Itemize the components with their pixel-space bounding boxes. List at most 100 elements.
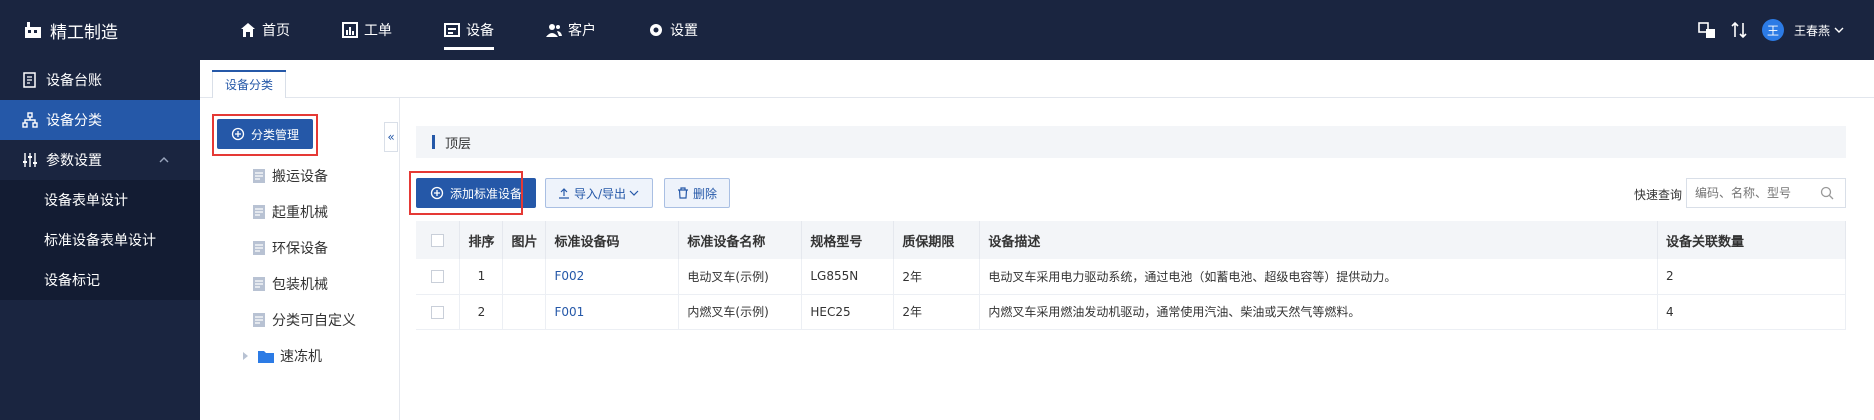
nav-home[interactable]: 首页 <box>240 0 290 60</box>
trash-icon <box>678 187 688 199</box>
category-tree: 搬运设备 起重机械 环保设备 包装机械 分类可自定义 速冻机 <box>240 158 356 374</box>
col-seq[interactable]: 排序 <box>459 221 504 259</box>
ledger-icon <box>23 72 36 88</box>
col-name[interactable]: 标准设备名称 <box>678 221 803 259</box>
highlight-box <box>212 114 318 156</box>
sidebar-item-form-design[interactable]: 设备表单设计 <box>0 180 200 220</box>
chevron-down-icon[interactable] <box>1834 25 1844 35</box>
cell-count: 2 <box>1657 259 1846 295</box>
tree-item[interactable]: 环保设备 <box>240 230 356 266</box>
nav-workorder[interactable]: 工单 <box>342 0 392 60</box>
sidebar-item-params[interactable]: 参数设置 <box>0 140 200 180</box>
tree-folder[interactable]: 速冻机 <box>240 338 356 374</box>
equipment-table: 排序 图片 标准设备码 标准设备名称 规格型号 质保期限 设备描述 设备关联数量… <box>416 221 1846 330</box>
cell-seq: 2 <box>459 294 504 330</box>
row-select-cell <box>416 294 461 330</box>
col-count[interactable]: 设备关联数量 <box>1657 221 1846 259</box>
caret-right-icon[interactable] <box>240 350 252 362</box>
hierarchy-icon <box>22 112 38 128</box>
tree-item[interactable]: 包装机械 <box>240 266 356 302</box>
cell-description: 电动叉车采用电力驱动系统，通过电池（如蓄电池、超级电容等）提供动力。 <box>979 259 1659 295</box>
sidebar: 设备台账 设备分类 参数设置 设备表单设计 标准设备表单设计 设备标记 <box>0 60 200 420</box>
factory-logo-icon <box>25 22 41 38</box>
level-bar: 顶层 <box>416 126 1846 158</box>
cell-description: 内燃叉车采用燃油发动机驱动，通常使用汽油、柴油或天然气等燃料。 <box>979 294 1659 330</box>
col-code[interactable]: 标准设备码 <box>545 221 680 259</box>
avatar[interactable]: 王 <box>1761 19 1784 41</box>
chart-icon <box>342 22 358 38</box>
cell-model: LG855N <box>801 259 895 295</box>
upload-icon <box>559 188 569 199</box>
sliders-icon <box>23 153 37 167</box>
tab-bar: 设备分类 <box>200 60 1874 99</box>
cell-seq: 1 <box>459 259 504 295</box>
top-navbar: 精工制造 首页 工单 设备 客户 设置 王 王春燕 <box>0 0 1874 60</box>
nav-equipment[interactable]: 设备 <box>444 0 494 60</box>
sidebar-item-ledger[interactable]: 设备台账 <box>0 60 200 100</box>
select-all-checkbox[interactable] <box>431 233 445 247</box>
equipment-icon <box>444 23 460 37</box>
document-icon <box>253 277 265 291</box>
document-icon <box>253 313 265 327</box>
table-header-row: 排序 图片 标准设备码 标准设备名称 规格型号 质保期限 设备描述 设备关联数量 <box>416 221 1846 259</box>
user-name[interactable]: 王春燕 <box>1794 22 1830 39</box>
cell-name: 电动叉车(示例) <box>678 259 803 295</box>
table-row[interactable]: 2 F001 内燃叉车(示例) HEC25 2年 内燃叉车采用燃油发动机驱动，通… <box>416 294 1846 330</box>
cell-warranty: 2年 <box>893 259 981 295</box>
col-model[interactable]: 规格型号 <box>801 221 895 259</box>
level-label: 顶层 <box>445 136 472 152</box>
tree-item[interactable]: 起重机械 <box>240 194 356 230</box>
cell-name: 内燃叉车(示例) <box>678 294 803 330</box>
nav-customer[interactable]: 客户 <box>546 0 596 60</box>
cell-image <box>502 259 547 295</box>
highlight-box <box>409 171 523 215</box>
import-export-button[interactable]: 导入/导出 <box>545 178 654 208</box>
top-right-tools: 王 王春燕 <box>1698 0 1844 60</box>
translate-icon[interactable] <box>1698 21 1716 39</box>
row-checkbox[interactable] <box>431 270 445 284</box>
table-row[interactable]: 1 F002 电动叉车(示例) LG855N 2年 电动叉车采用电力驱动系统，通… <box>416 259 1846 295</box>
main-nav: 首页 工单 设备 客户 设置 <box>240 0 750 60</box>
brand-name: 精工制造 <box>50 22 118 43</box>
row-checkbox[interactable] <box>431 305 445 319</box>
col-warranty[interactable]: 质保期限 <box>893 221 981 259</box>
cell-count: 4 <box>1657 294 1846 330</box>
equipment-panel: 顶层 添加标准设备 导入/导出 删除 快速查询 编码、名称、型号 排序 图片 标… <box>409 126 1846 420</box>
document-icon <box>253 241 265 255</box>
users-icon <box>546 24 562 37</box>
folder-icon <box>258 351 274 363</box>
category-panel: 分类管理 « 搬运设备 起重机械 环保设备 包装机械 分类可自定义 速冻机 <box>200 98 400 420</box>
gear-icon <box>650 24 662 36</box>
collapse-panel-button[interactable]: « <box>384 122 398 152</box>
toolbar: 添加标准设备 导入/导出 删除 快速查询 <box>416 178 1846 208</box>
brand[interactable]: 精工制造 <box>24 18 118 43</box>
cell-image <box>502 294 547 330</box>
cell-model: HEC25 <box>801 294 895 330</box>
cell-code-link[interactable]: F002 <box>545 259 680 295</box>
nav-settings[interactable]: 设置 <box>648 0 698 60</box>
select-all-cell <box>416 221 461 259</box>
sidebar-item-category[interactable]: 设备分类 <box>0 100 200 140</box>
delete-button[interactable]: 删除 <box>664 178 731 208</box>
chevron-up-icon <box>159 157 169 163</box>
search-icon[interactable] <box>1820 186 1834 200</box>
sidebar-item-std-form-design[interactable]: 标准设备表单设计 <box>0 220 200 260</box>
tree-item[interactable]: 分类可自定义 <box>240 302 356 338</box>
main-area: 设备分类 分类管理 « 搬运设备 起重机械 环保设备 包装机械 分类可自定义 速… <box>200 60 1874 420</box>
home-icon <box>241 23 255 37</box>
content-area: 分类管理 « 搬运设备 起重机械 环保设备 包装机械 分类可自定义 速冻机 顶层… <box>200 98 1874 420</box>
tab-equipment-category[interactable]: 设备分类 <box>212 70 287 99</box>
sidebar-item-equipment-tag[interactable]: 设备标记 <box>0 260 200 300</box>
document-icon <box>253 169 265 183</box>
row-select-cell <box>416 259 461 295</box>
chevron-down-icon <box>629 190 639 196</box>
tree-item[interactable]: 搬运设备 <box>240 158 356 194</box>
col-description: 设备描述 <box>979 221 1659 259</box>
cell-warranty: 2年 <box>893 294 981 330</box>
cell-code-link[interactable]: F001 <box>545 294 680 330</box>
double-chevron-left-icon: « <box>387 130 395 144</box>
col-image: 图片 <box>502 221 547 259</box>
swap-icon[interactable] <box>1730 21 1748 39</box>
quick-search-label: 快速查询 <box>1633 188 1682 202</box>
document-icon <box>253 205 265 219</box>
